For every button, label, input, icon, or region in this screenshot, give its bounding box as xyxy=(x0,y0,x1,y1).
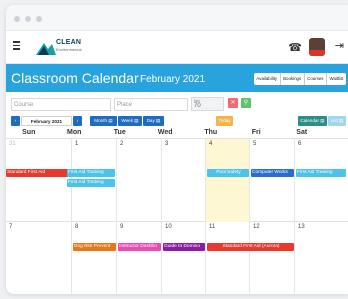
event-chip[interactable]: Pool Safety xyxy=(207,169,249,177)
day-number: 11 xyxy=(209,224,216,230)
max-value: 70 xyxy=(194,103,201,109)
calendar-view-label: Calendar xyxy=(300,118,320,123)
logo-mark-icon xyxy=(36,43,56,55)
event-chip[interactable]: Computer Works xyxy=(251,169,294,177)
day-number: 13 xyxy=(298,224,305,230)
day-number: 6 xyxy=(298,141,302,147)
course-input[interactable]: Course xyxy=(11,98,111,111)
today-button[interactable]: Today xyxy=(216,116,233,126)
day-cell[interactable]: 2 xyxy=(117,139,162,222)
clear-filter-button[interactable]: ✕ xyxy=(228,98,238,108)
prev-month-button[interactable]: ‹ xyxy=(11,116,20,126)
day-number: 9 xyxy=(120,224,124,230)
weekday-sun: Sun xyxy=(22,129,36,136)
day-cell[interactable]: 3 xyxy=(162,139,206,222)
day-number: 4 xyxy=(209,141,213,147)
calendar-view-toggle[interactable]: Calendar ▤ xyxy=(298,116,327,126)
day-cell[interactable]: 7 xyxy=(6,222,72,294)
weekday-thu: Thu xyxy=(204,129,218,136)
app-window: CLEAN Environmental ☎ ⇥ Classroom Calend… xyxy=(6,5,348,294)
weekday-header: Sun Mon Tue Wed Thu Fri Sat xyxy=(6,127,348,139)
search-button[interactable]: ⚲ xyxy=(241,98,251,108)
event-chip[interactable]: Dog Bite Prevent xyxy=(73,243,116,251)
event-chip[interactable]: Instructor Dashbo xyxy=(118,243,161,251)
day-number: 12 xyxy=(253,224,260,230)
tab-courses[interactable]: Courses xyxy=(305,73,328,85)
calendar-week-2: 7 8 9 10 11 12 13 Dog Bite Prevent Instr… xyxy=(6,222,348,294)
week-view-label: Week xyxy=(121,118,134,123)
weekday-mon: Mon xyxy=(67,129,82,136)
hamburger-menu-icon[interactable] xyxy=(13,41,20,50)
logo-subtext: Environmental xyxy=(56,47,82,52)
logout-icon[interactable]: ⇥ xyxy=(335,39,344,52)
day-view-label: Day xyxy=(146,118,155,123)
day-number: 1 xyxy=(75,141,79,147)
weekday-wed: Wed xyxy=(157,129,173,136)
day-cell[interactable]: 31 xyxy=(6,139,72,222)
day-number: 3 xyxy=(165,141,169,147)
window-chrome xyxy=(6,5,348,31)
current-month-label: February 2021 xyxy=(21,116,72,126)
user-avatar[interactable] xyxy=(309,38,325,56)
day-number: 8 xyxy=(75,224,79,230)
tab-bookings[interactable]: Bookings xyxy=(281,73,305,85)
tab-waitlist[interactable]: Waitlist xyxy=(327,73,346,85)
day-number: 5 xyxy=(253,141,257,147)
day-cell[interactable]: 13 xyxy=(295,222,348,294)
clean-logo[interactable]: CLEAN Environmental xyxy=(36,39,88,57)
next-month-button[interactable]: › xyxy=(73,116,82,126)
window-close-dot[interactable] xyxy=(14,16,20,22)
month-grid: Sun Mon Tue Wed Thu Fri Sat 31 1 2 3 4 5… xyxy=(6,127,348,294)
day-view-button[interactable]: Day ▤ xyxy=(143,116,164,126)
day-cell[interactable]: 8 xyxy=(72,222,117,294)
day-cell[interactable]: 9 xyxy=(117,222,162,294)
day-number: 7 xyxy=(9,224,13,230)
day-cell-today[interactable]: 4 xyxy=(206,139,250,222)
day-cell[interactable]: 12 xyxy=(250,222,295,294)
calendar-month-title: February 2021 xyxy=(140,74,206,85)
window-maximize-dot[interactable] xyxy=(36,16,42,22)
list-view-toggle[interactable]: List ▤ xyxy=(328,116,346,126)
page-title: Classroom Calendar xyxy=(11,70,139,86)
day-number: 2 xyxy=(120,141,124,147)
day-cell[interactable]: 5 xyxy=(250,139,295,222)
weekday-fri: Fri xyxy=(251,129,261,136)
event-chip[interactable]: First Aid Training xyxy=(67,169,115,177)
event-chip[interactable]: Guide to Domino xyxy=(163,243,205,251)
weekday-tue: Tue xyxy=(113,129,126,136)
event-chip[interactable]: First Aid Training xyxy=(296,169,346,177)
event-chip[interactable]: First Aid Training xyxy=(67,179,115,187)
phone-icon[interactable]: ☎ xyxy=(288,41,302,54)
event-chip[interactable]: Standard First Aid xyxy=(6,169,70,177)
app-header: CLEAN Environmental ☎ ⇥ xyxy=(6,31,348,64)
event-chip[interactable]: Standard First Aid (Aurora) xyxy=(207,243,294,251)
max-field[interactable]: Max 70 xyxy=(191,97,224,111)
calendar-week-1: 31 1 2 3 4 5 6 Standard First Aid First … xyxy=(6,139,348,222)
day-number: 10 xyxy=(165,224,172,230)
month-view-label: Month xyxy=(94,118,108,123)
week-view-button[interactable]: Week ▤ xyxy=(118,116,142,126)
logo-text: CLEAN xyxy=(56,39,82,46)
window-minimize-dot[interactable] xyxy=(25,16,31,22)
day-cell[interactable]: 6 xyxy=(295,139,348,222)
month-view-button[interactable]: Month ▤ xyxy=(90,116,117,126)
day-cell[interactable]: 11 xyxy=(206,222,250,294)
weekday-sat: Sat xyxy=(296,129,308,136)
filter-bar: Course Place Max 70 ✕ ⚲ xyxy=(6,97,348,113)
place-input[interactable]: Place xyxy=(114,98,188,111)
day-cell[interactable]: 10 xyxy=(162,222,206,294)
page-banner: Classroom Calendar February 2021 Availab… xyxy=(6,64,348,92)
view-tabs: Availability Bookings Courses Waitlist xyxy=(253,73,346,85)
calendar-nav: ‹ February 2021 › Month ▤ Week ▤ Day ▤ T… xyxy=(6,116,348,126)
tab-availability[interactable]: Availability xyxy=(254,73,281,85)
list-view-label: List xyxy=(330,118,338,123)
day-number: 31 xyxy=(9,141,16,147)
